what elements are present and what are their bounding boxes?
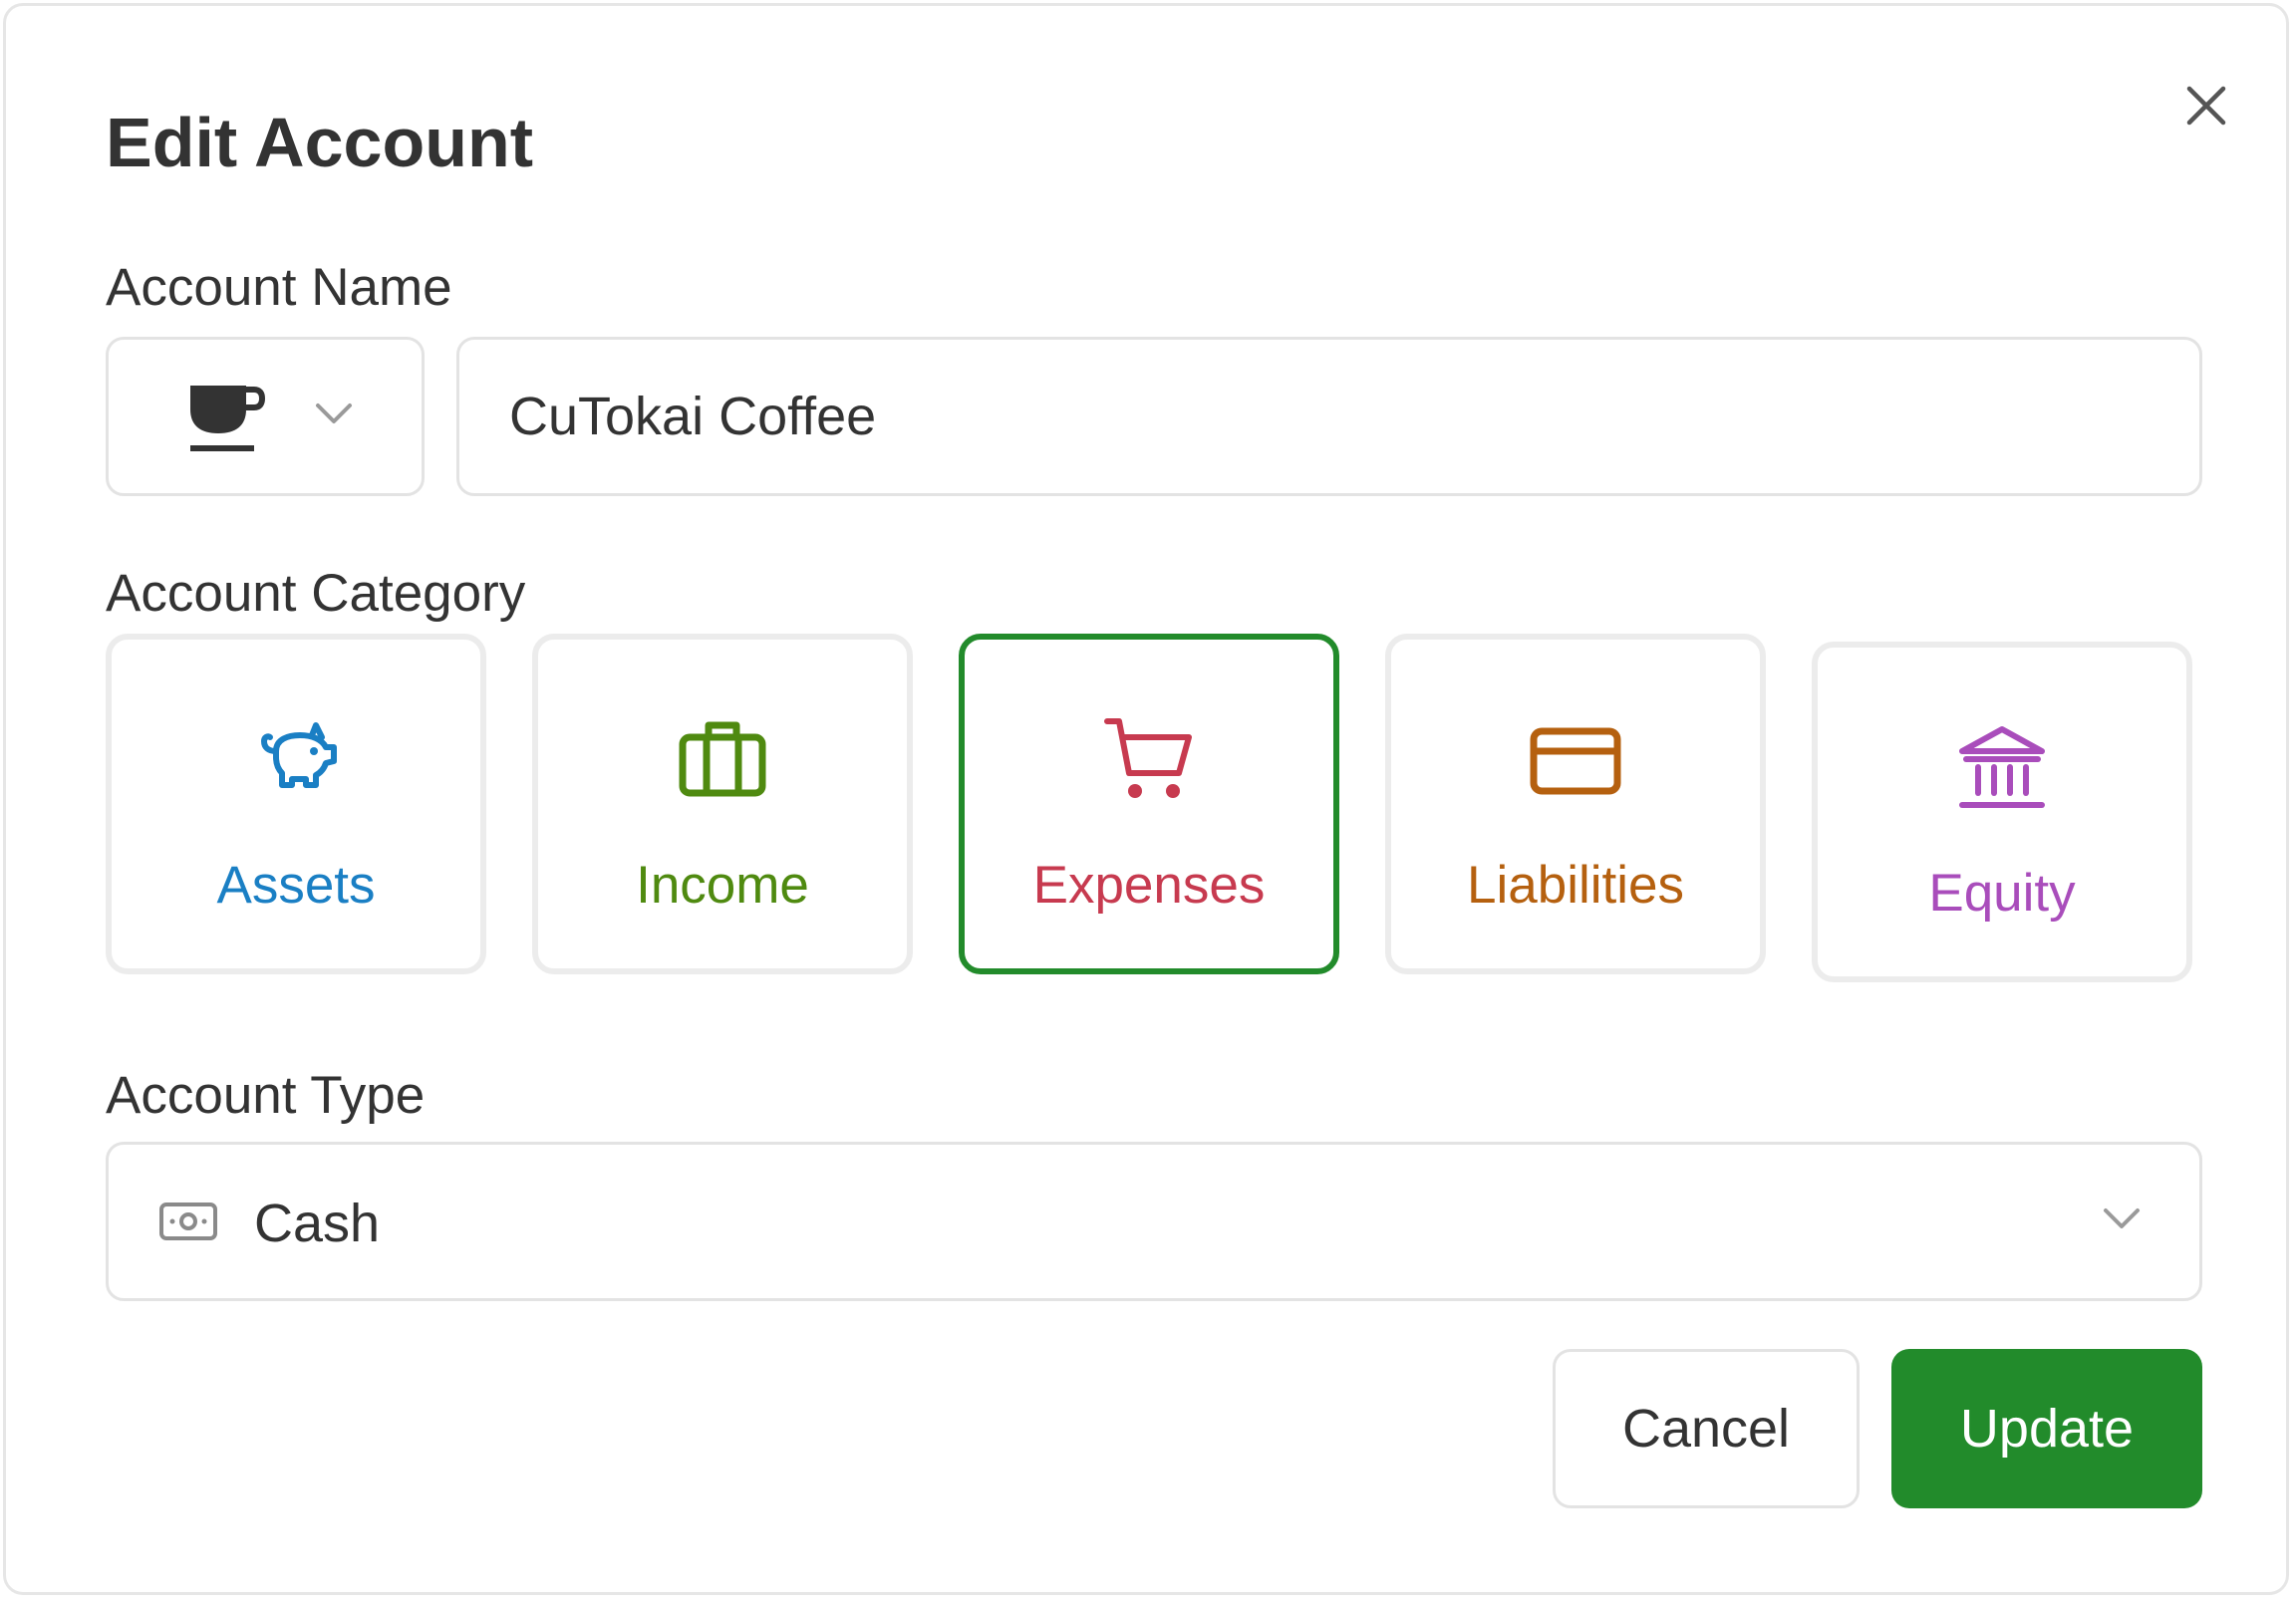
- category-equity[interactable]: Equity: [1812, 642, 2192, 982]
- cash-icon: [159, 1202, 217, 1240]
- account-type-select[interactable]: Cash: [106, 1142, 2202, 1301]
- chevron-down-icon: [2104, 1208, 2140, 1228]
- account-name-input[interactable]: [509, 340, 2144, 493]
- cancel-button[interactable]: Cancel: [1553, 1349, 1860, 1508]
- category-income[interactable]: Income: [532, 634, 913, 974]
- edit-account-dialog: Edit Account Account Name Account Catego…: [3, 3, 2289, 1595]
- account-type-value: Cash: [254, 1194, 381, 1253]
- dialog-title: Edit Account: [106, 104, 534, 181]
- category-label: Liabilities: [1466, 856, 1684, 915]
- account-icon-select[interactable]: [106, 337, 425, 496]
- account-name-label: Account Name: [106, 258, 452, 317]
- briefcase-icon: [679, 721, 766, 797]
- shopping-cart-icon: [1104, 718, 1192, 798]
- bank-icon: [1959, 726, 2045, 808]
- credit-card-icon: [1530, 727, 1621, 795]
- category-label: Income: [636, 856, 809, 915]
- account-name-field[interactable]: [456, 337, 2202, 496]
- account-category-label: Account Category: [106, 564, 526, 623]
- account-type-label: Account Type: [106, 1066, 426, 1125]
- update-button[interactable]: Update: [1891, 1349, 2202, 1508]
- category-liabilities[interactable]: Liabilities: [1385, 634, 1766, 974]
- piggy-bank-icon: [261, 722, 337, 788]
- category-label: Expenses: [1032, 856, 1266, 915]
- category-expenses[interactable]: Expenses: [959, 634, 1339, 974]
- category-label: Equity: [1928, 864, 2076, 923]
- category-label: Assets: [216, 856, 376, 915]
- category-assets[interactable]: Assets: [106, 634, 486, 974]
- close-icon: [2186, 86, 2226, 126]
- coffee-cup-icon: [190, 386, 266, 451]
- chevron-down-icon: [316, 403, 352, 423]
- close-button[interactable]: [2176, 76, 2236, 135]
